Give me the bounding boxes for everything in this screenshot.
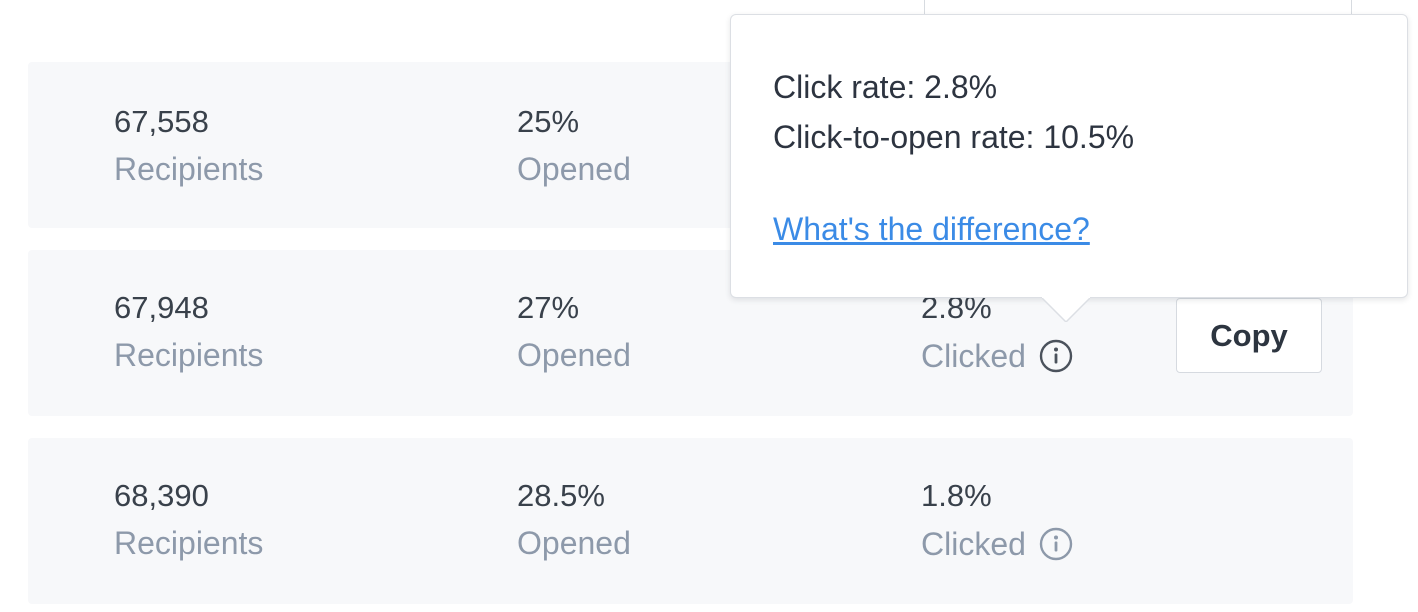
campaign-stats-row: 68,390 Recipients 28.5% Opened 1.8% Clic… [28,438,1353,604]
opened-label: Opened [517,337,631,373]
opened-stat: 25% Opened [517,106,631,185]
info-icon[interactable] [1039,339,1073,373]
clicked-rate: 1.8% [921,478,992,513]
opened-stat: 27% Opened [517,292,631,371]
opened-rate: 25% [517,104,580,139]
recipients-count: 67,558 [114,104,209,139]
tooltip-arrow [1042,288,1090,322]
click-rate-tooltip: Click rate: 2.8% Click-to-open rate: 10.… [730,14,1408,298]
clicked-label-wrap: Clicked [921,339,1073,373]
recipients-count: 67,948 [114,290,209,325]
recipients-stat: 67,948 Recipients [114,292,263,371]
clicked-label: Clicked [921,526,1026,562]
opened-label: Opened [517,525,631,561]
clicked-label: Clicked [921,338,1026,374]
clicked-stat: 1.8% Clicked [921,480,1073,561]
recipients-label: Recipients [114,525,264,561]
opened-label: Opened [517,151,631,187]
copy-button[interactable]: Copy [1176,298,1322,373]
recipients-stat: 68,390 Recipients [114,480,263,559]
opened-rate: 28.5% [517,478,605,513]
clicked-label-wrap: Clicked [921,527,1073,561]
click-to-open-rate-text: Click-to-open rate: 10.5% [773,119,1135,155]
opened-stat: 28.5% Opened [517,480,631,559]
recipients-count: 68,390 [114,478,209,513]
recipients-stat: 67,558 Recipients [114,106,263,185]
recipients-label: Recipients [114,151,264,187]
info-icon[interactable] [1039,527,1073,561]
opened-rate: 27% [517,290,580,325]
whats-the-difference-link[interactable]: What's the difference? [773,213,1090,245]
click-rate-text: Click rate: 2.8% [773,69,998,105]
recipients-label: Recipients [114,337,264,373]
